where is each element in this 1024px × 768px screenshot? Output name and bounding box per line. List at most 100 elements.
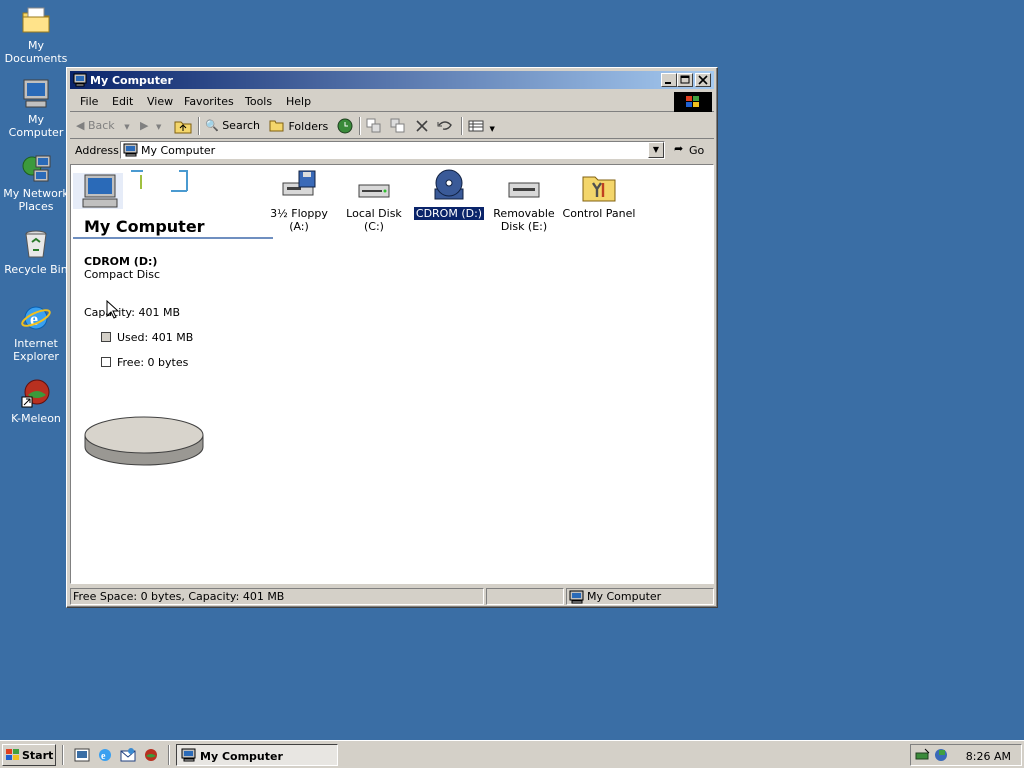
taskbar: Start e My Computer 8:26 AM <box>0 740 1024 768</box>
folders-label: Folders <box>288 120 329 133</box>
status-zone-pane: My Computer <box>566 588 714 605</box>
free-legend-swatch <box>101 357 111 367</box>
chevron-down-icon: ▼ <box>155 123 162 131</box>
computer-icon <box>569 590 584 604</box>
undo-button[interactable] <box>436 118 454 134</box>
drive-label: Local Disk (C:) <box>346 207 402 233</box>
search-label: Search <box>222 119 260 132</box>
removable-disk-icon <box>504 169 544 203</box>
windows-logo-icon <box>6 749 20 761</box>
desktop-icon-recycle-bin[interactable]: Recycle Bin <box>0 228 72 276</box>
status-main-text: Free Space: 0 bytes, Capacity: 401 MB <box>70 588 484 605</box>
toolbar-separator <box>359 117 361 135</box>
show-desktop-icon[interactable] <box>74 747 90 763</box>
network-places-icon <box>20 152 52 184</box>
drive-floppy-a[interactable]: 3½ Floppy (A:) <box>259 169 339 233</box>
desktop-icon-network-places[interactable]: My Network Places <box>0 152 72 213</box>
minimize-button[interactable] <box>661 73 677 87</box>
safely-remove-hardware-icon[interactable] <box>915 747 931 763</box>
title-bar[interactable]: My Computer <box>70 71 714 89</box>
address-bar: Address My Computer ▼ ➦ Go <box>70 139 714 163</box>
undo-icon <box>437 121 452 130</box>
delete-button[interactable] <box>414 118 430 134</box>
toolbar: ◀ Back ▼ ▶ ▼ 🔍 Search Folders ▼ <box>70 114 714 139</box>
desktop-icon-k-meleon[interactable]: K-Meleon <box>0 377 72 425</box>
k-meleon-icon[interactable] <box>143 747 159 763</box>
forward-arrow-icon: ▶ <box>140 119 149 132</box>
menu-view[interactable]: View <box>147 95 173 108</box>
drive-label: 3½ Floppy (A:) <box>270 207 328 233</box>
used-text: Used: 401 MB <box>117 331 194 344</box>
close-button[interactable] <box>695 73 711 87</box>
taskbar-separator <box>168 745 170 765</box>
panel-title: My Computer <box>84 217 205 236</box>
folders-icon <box>269 120 284 132</box>
drive-cdrom-d[interactable]: CDROM (D:) <box>409 169 489 221</box>
taskbar-button-my-computer[interactable]: My Computer <box>176 744 338 766</box>
hard-disk-icon <box>354 169 394 203</box>
menu-favorites[interactable]: Favorites <box>184 95 234 108</box>
back-label: Back <box>87 119 115 132</box>
drive-local-c[interactable]: Local Disk (C:) <box>334 169 414 233</box>
desktop-icon-label: Recycle Bin <box>4 263 68 276</box>
used-legend-swatch <box>101 332 111 342</box>
move-to-button[interactable] <box>366 118 382 134</box>
status-blank-pane <box>486 588 564 605</box>
floppy-drive-icon <box>279 169 319 203</box>
internet-explorer-icon: e <box>20 302 52 334</box>
control-panel[interactable]: Control Panel <box>559 169 639 220</box>
desktop-icon-my-computer[interactable]: My Computer <box>0 78 72 139</box>
content-pane: My Computer CDROM (D:) Compact Disc Capa… <box>70 164 714 584</box>
desktop-icon-my-documents[interactable]: My Documents <box>0 4 72 65</box>
mouse-cursor-icon <box>106 300 120 319</box>
network-tray-icon[interactable] <box>933 747 949 763</box>
back-button[interactable]: ◀ Back ▼ <box>76 118 130 134</box>
forward-button[interactable]: ▶ ▼ <box>140 118 161 134</box>
address-label: Address <box>75 144 119 157</box>
desktop-icon-internet-explorer[interactable]: e Internet Explorer <box>0 302 72 363</box>
outlook-express-icon[interactable] <box>120 747 136 763</box>
disk-usage-pie <box>84 416 204 466</box>
start-button[interactable]: Start <box>2 744 56 766</box>
go-button[interactable]: ➦ Go <box>672 141 708 159</box>
recycle-bin-icon <box>20 228 52 260</box>
history-button[interactable] <box>337 118 353 134</box>
desktop-icon-label: K-Meleon <box>11 412 61 425</box>
move-to-icon <box>366 118 381 133</box>
clock: 8:26 AM <box>965 750 1011 763</box>
maximize-button[interactable] <box>677 73 693 87</box>
cdrom-icon <box>429 169 469 203</box>
address-dropdown-button[interactable]: ▼ <box>648 142 664 158</box>
drive-label: CDROM (D:) <box>412 206 486 221</box>
desktop-icon-label: My Documents <box>4 39 68 65</box>
selected-item-type: Compact Disc <box>84 268 161 281</box>
panel-title-rule <box>73 237 273 239</box>
menu-help[interactable]: Help <box>286 95 311 108</box>
up-folder-icon <box>174 121 192 134</box>
k-meleon-icon <box>20 377 52 409</box>
drive-label: Control Panel <box>562 207 636 220</box>
window-title: My Computer <box>90 74 173 87</box>
address-input[interactable]: My Computer ▼ <box>120 141 665 159</box>
windows-logo <box>674 92 712 112</box>
computer-icon <box>181 748 197 762</box>
copy-to-icon <box>390 118 405 133</box>
menu-tools[interactable]: Tools <box>245 95 272 108</box>
folders-button[interactable]: Folders <box>269 118 328 134</box>
free-text: Free: 0 bytes <box>117 356 189 369</box>
views-button[interactable]: ▼ <box>468 118 495 134</box>
my-computer-banner-graphic <box>71 165 191 215</box>
delete-icon <box>416 120 428 132</box>
drive-removable-e[interactable]: Removable Disk (E:) <box>484 169 564 233</box>
control-panel-icon <box>579 169 619 203</box>
toolbar-separator <box>461 117 463 135</box>
up-folder-button[interactable] <box>174 118 192 134</box>
status-bar: Free Space: 0 bytes, Capacity: 401 MB My… <box>70 587 714 606</box>
start-label: Start <box>22 749 54 762</box>
computer-icon <box>73 73 87 87</box>
menu-edit[interactable]: Edit <box>112 95 133 108</box>
menu-file[interactable]: File <box>80 95 98 108</box>
copy-to-button[interactable] <box>390 118 406 134</box>
internet-explorer-icon[interactable]: e <box>97 747 113 763</box>
search-button[interactable]: 🔍 Search <box>205 118 260 134</box>
